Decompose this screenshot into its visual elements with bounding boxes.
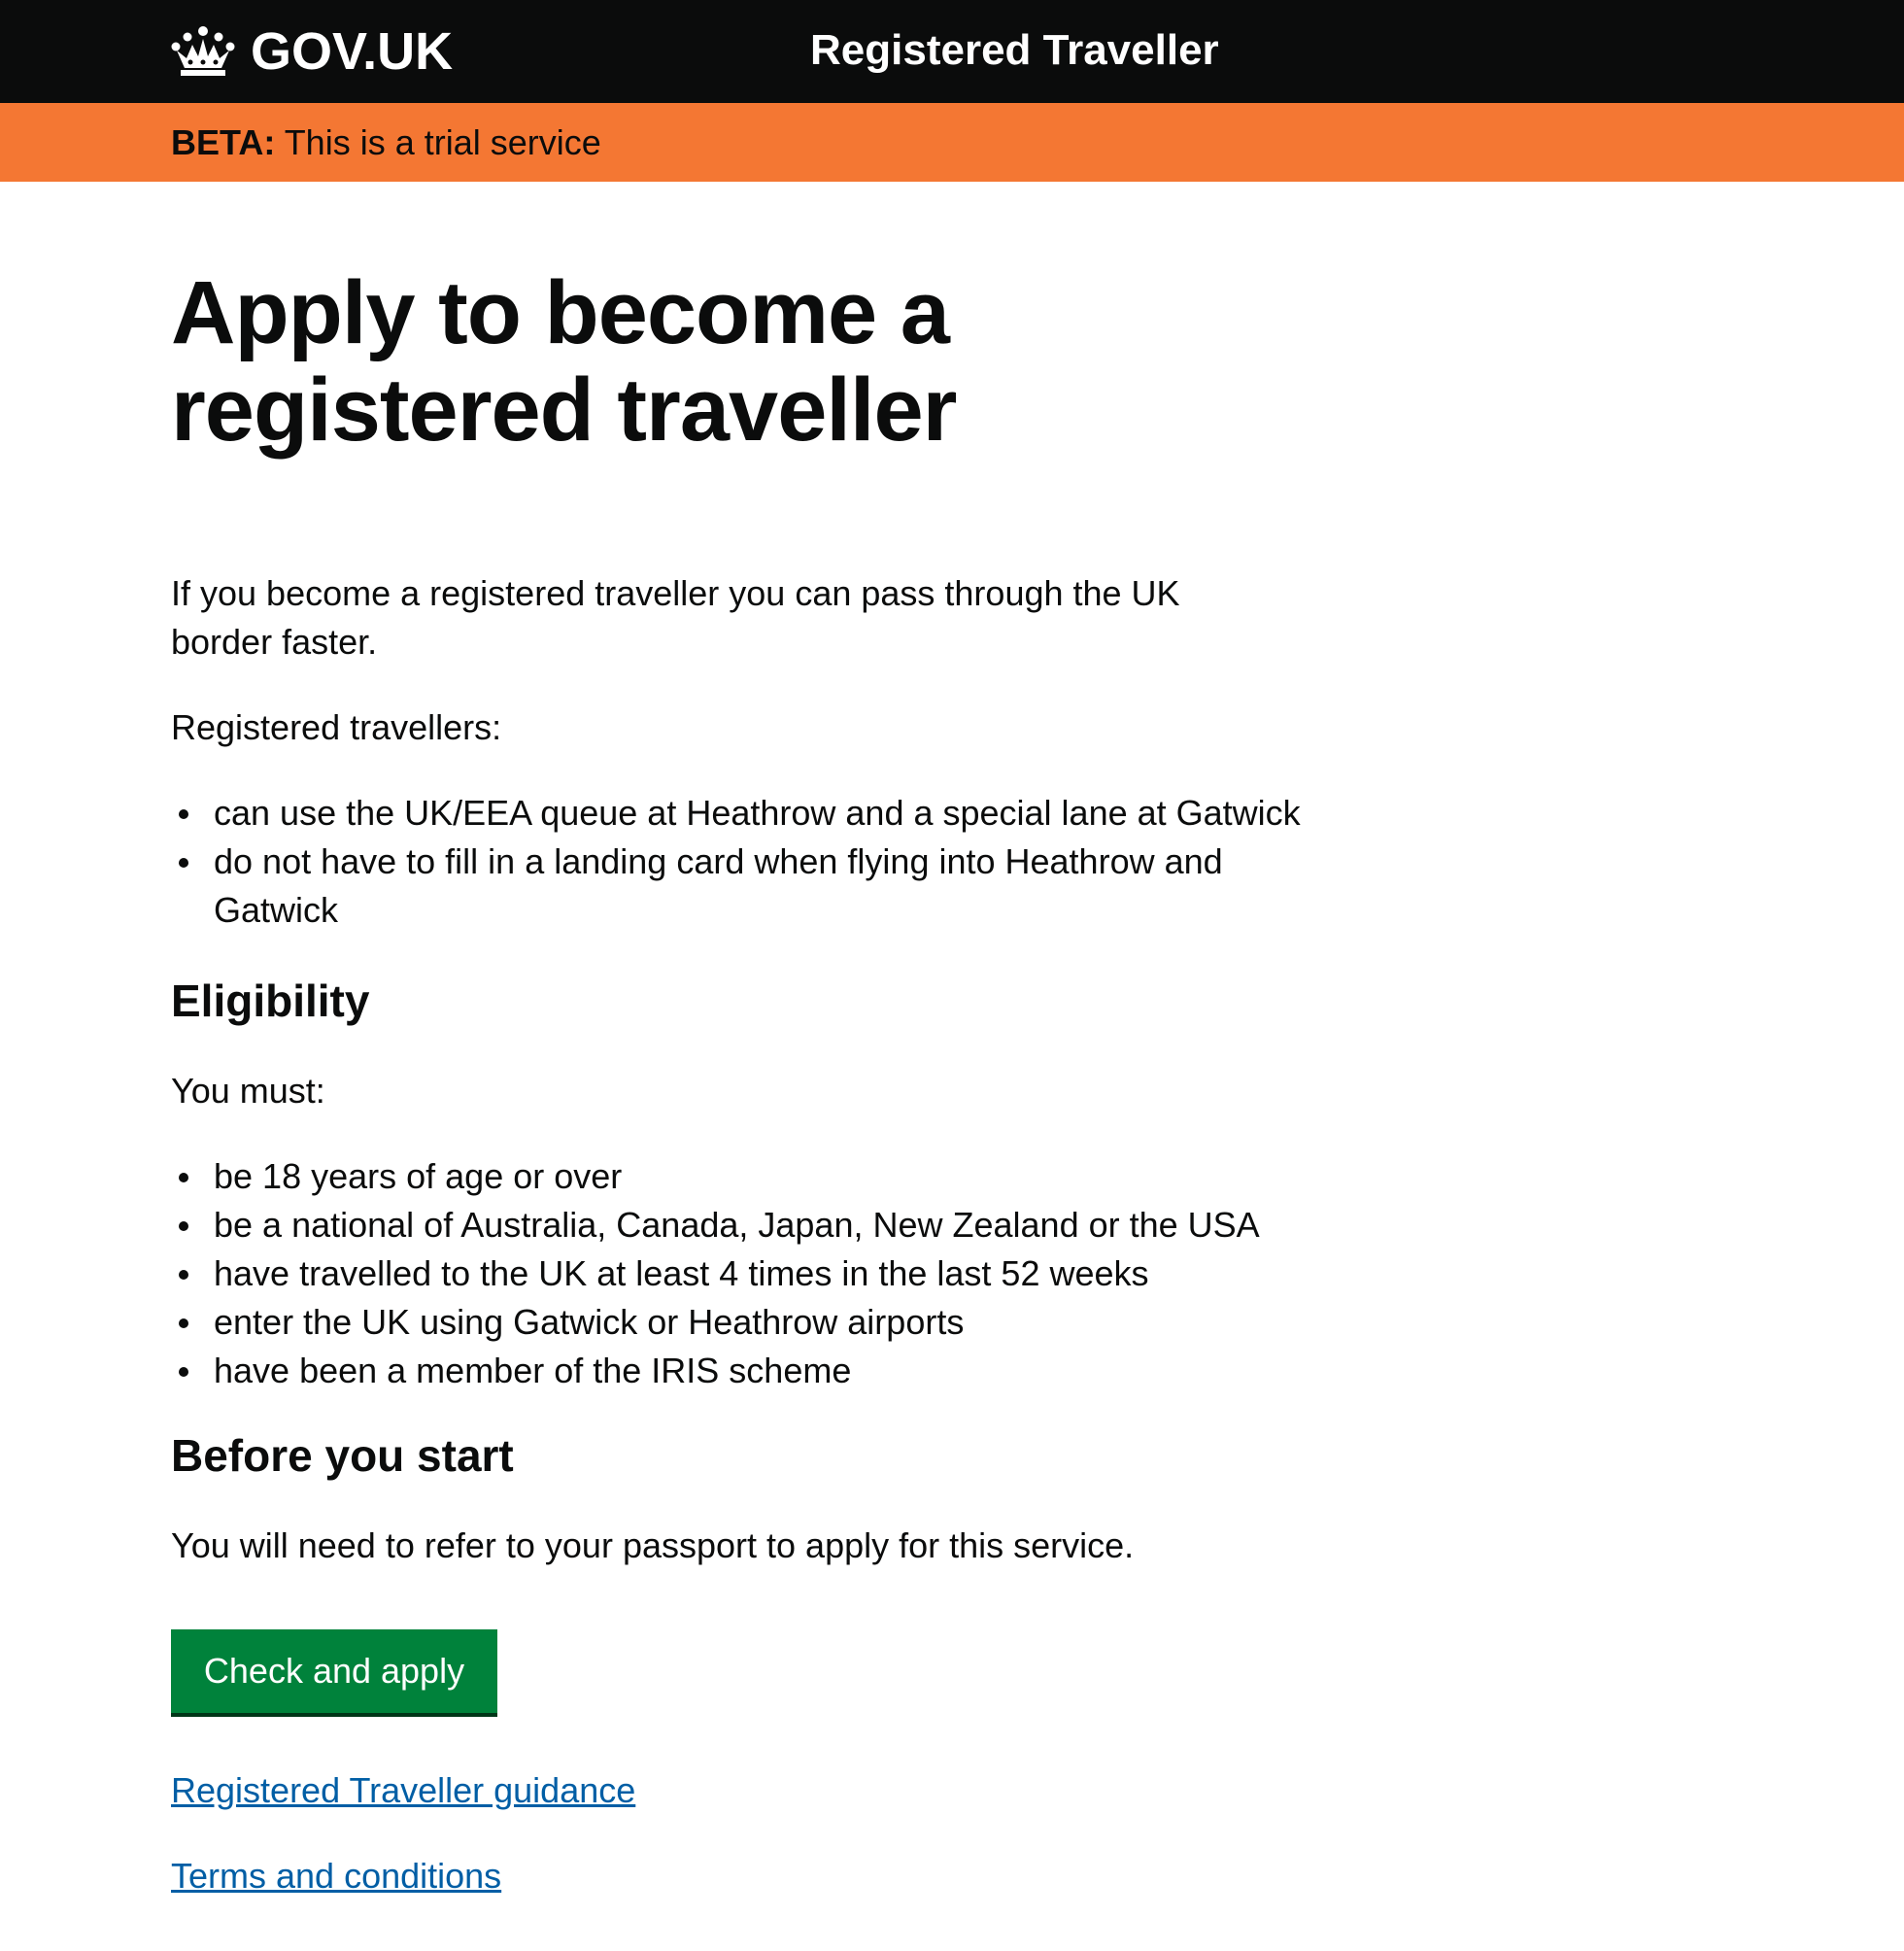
- eligibility-heading: Eligibility: [171, 976, 370, 1026]
- list-item: have travelled to the UK at least 4 time…: [171, 1249, 1395, 1298]
- guidance-link[interactable]: Registered Traveller guidance: [171, 1766, 635, 1815]
- list-item: can use the UK/EEA queue at Heathrow and…: [171, 789, 1395, 838]
- list-item: be 18 years of age or over: [171, 1152, 1395, 1201]
- list-item: have been a member of the IRIS scheme: [171, 1347, 1395, 1395]
- page-title: Apply to become a registered traveller: [171, 263, 957, 460]
- phase-banner: BETA: This is a trial service: [0, 103, 1904, 182]
- check-and-apply-button[interactable]: Check and apply: [171, 1629, 497, 1713]
- eligibility-lead: You must:: [171, 1071, 325, 1111]
- before-you-start-heading: Before you start: [171, 1430, 514, 1481]
- crown-icon: [171, 26, 235, 76]
- before-you-start-text: You will need to refer to your passport …: [171, 1525, 1135, 1565]
- list-item: do not have to fill in a landing card wh…: [171, 838, 1273, 935]
- list-item: be a national of Australia, Canada, Japa…: [171, 1201, 1395, 1249]
- eligibility-list: be 18 years of age or over be a national…: [171, 1152, 1395, 1395]
- benefits-lead: Registered travellers:: [171, 707, 502, 747]
- intro-paragraph: If you become a registered traveller you…: [171, 573, 1180, 662]
- phase-message: This is a trial service: [284, 122, 601, 162]
- benefits-list: can use the UK/EEA queue at Heathrow and…: [171, 789, 1395, 935]
- govuk-logo-link[interactable]: GOV.UK: [171, 21, 453, 82]
- service-name-link[interactable]: Registered Traveller: [810, 21, 1219, 80]
- site-header: GOV.UK Registered Traveller: [0, 0, 1904, 103]
- list-item: enter the UK using Gatwick or Heathrow a…: [171, 1298, 1395, 1347]
- logo-text: GOV.UK: [251, 22, 454, 81]
- phase-banner-text: BETA: This is a trial service: [171, 119, 601, 167]
- phase-tag: BETA:: [171, 122, 276, 162]
- terms-link[interactable]: Terms and conditions: [171, 1852, 501, 1900]
